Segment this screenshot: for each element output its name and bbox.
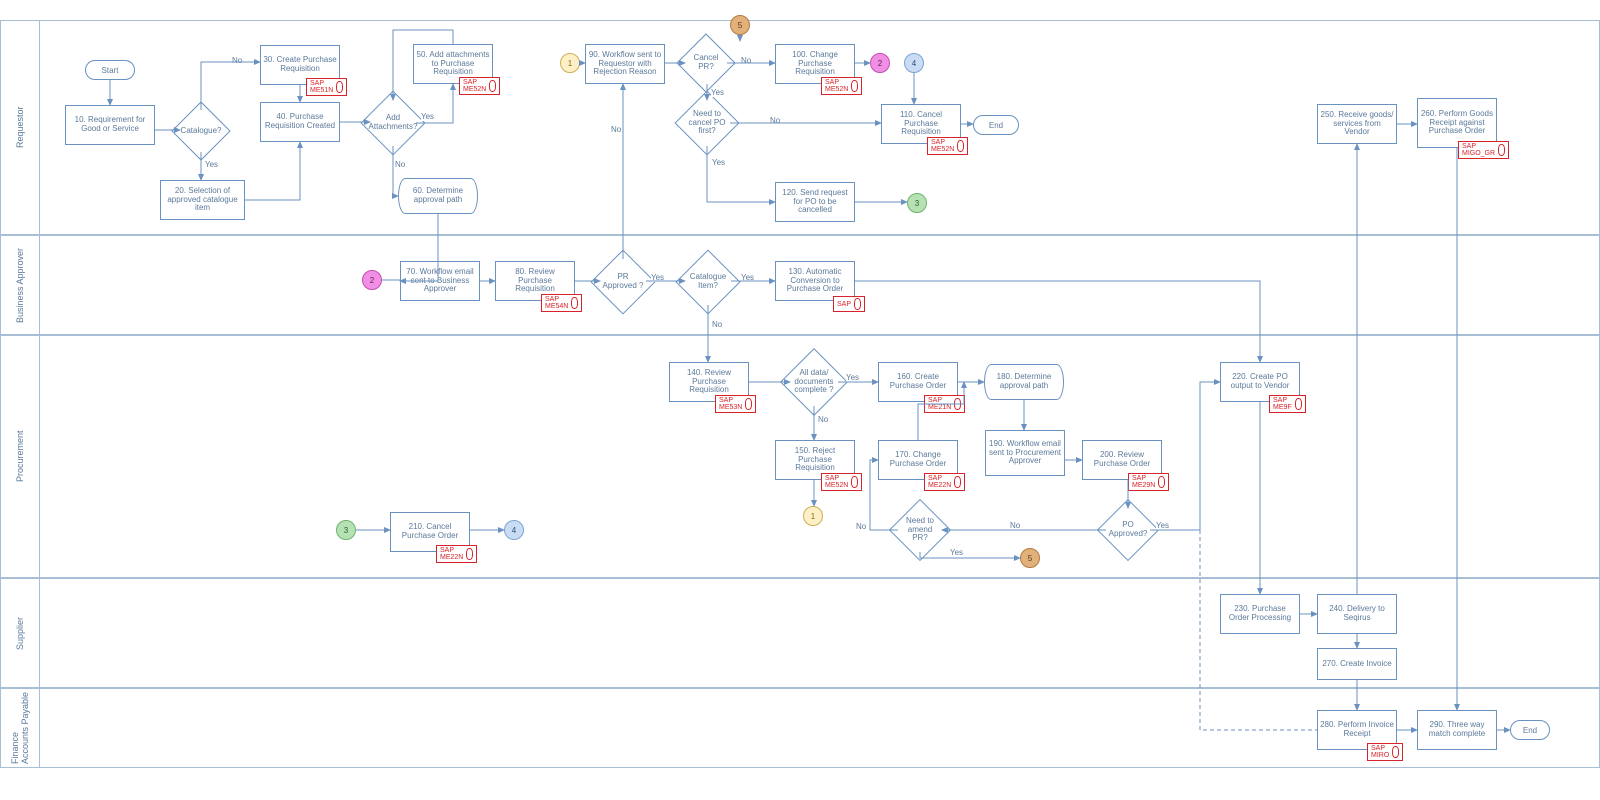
sap-me52n-110: SAP ME52N: [927, 137, 968, 155]
sap-130: SAP: [833, 296, 865, 312]
start-node: Start: [85, 60, 135, 80]
decision-attachments: Add Attachments?: [370, 100, 416, 146]
sap-me29n: SAP ME29N: [1128, 473, 1169, 491]
end-requestor: End: [973, 115, 1019, 135]
ref-2-top: 2: [870, 53, 890, 73]
sap-me52n-150: SAP ME52N: [821, 473, 862, 491]
lbl-yes: Yes: [1156, 521, 1169, 530]
box-60: 60. Determine approval path: [398, 178, 478, 214]
lbl-no: No: [611, 125, 621, 134]
lbl-yes: Yes: [651, 273, 664, 282]
sap-me54n: SAP ME54N: [541, 294, 582, 312]
sap-migo: SAP MIGO_GR: [1458, 141, 1509, 159]
lbl-yes: Yes: [711, 88, 724, 97]
lbl-yes: Yes: [741, 273, 754, 282]
decision-po-approved: PO Approved?: [1106, 508, 1150, 552]
lane-finance: Finance Accounts Payable: [0, 688, 40, 768]
decision-pr-approved: PR Approved ?: [600, 259, 646, 305]
lane-supplier: Supplier: [0, 578, 40, 688]
box-290: 290. Three way match complete: [1417, 710, 1497, 750]
ref-1-proc: 1: [803, 506, 823, 526]
ref-4-top: 4: [904, 53, 924, 73]
ref-1-top: 1: [560, 53, 580, 73]
box-250: 250. Receive goods/ services from Vendor: [1317, 104, 1397, 144]
ref-3-proc: 3: [336, 520, 356, 540]
ref-2-ba: 2: [362, 270, 382, 290]
box-20: 20. Selection of approved catalogue item: [160, 180, 245, 220]
box-240: 240. Delivery to Seqirus: [1317, 594, 1397, 634]
lane-requestor: Requestor: [0, 20, 40, 235]
ref-3-top: 3: [907, 193, 927, 213]
box-70: 70. Workflow email sent to Business Appr…: [400, 261, 480, 301]
lane-procurement: Procurement: [0, 335, 40, 578]
box-130: 130. Automatic Conversion to Purchase Or…: [775, 261, 855, 301]
decision-docs-complete: All data/ documents complete ?: [790, 358, 838, 406]
lbl-no: No: [232, 56, 242, 65]
box-90: 90. Workflow sent to Requestor with Reje…: [585, 44, 665, 84]
decision-catalogue-item: Catalogue Item?: [685, 259, 731, 305]
sap-me21n: SAP ME21N: [924, 395, 965, 413]
lbl-no: No: [856, 522, 866, 531]
sap-me53n: SAP ME53N: [715, 395, 756, 413]
lbl-no: No: [395, 160, 405, 169]
sap-me51n: SAP ME51N: [306, 78, 347, 96]
sap-me52n-100: SAP ME52N: [821, 77, 862, 95]
lbl-yes: Yes: [950, 548, 963, 557]
lbl-no: No: [712, 320, 722, 329]
ref-4-proc: 4: [504, 520, 524, 540]
sap-me52n-50: SAP ME52N: [459, 77, 500, 95]
sap-me9f: SAP ME9F: [1269, 395, 1306, 413]
box-10: 10. Requirement for Good or Service: [65, 105, 155, 145]
box-40: 40. Purchase Requisition Created: [260, 102, 340, 142]
ref-5-top: 5: [730, 15, 750, 35]
box-190: 190. Workflow email sent to Procurement …: [985, 430, 1065, 476]
sap-me22n-170: SAP ME22N: [924, 473, 965, 491]
box-230: 230. Purchase Order Processing: [1220, 594, 1300, 634]
lbl-yes: Yes: [205, 160, 218, 169]
box-120: 120. Send request for PO to be cancelled: [775, 182, 855, 222]
sap-miro: SAP MIRO: [1367, 743, 1403, 761]
lbl-yes: Yes: [421, 112, 434, 121]
flowchart-canvas: Requestor Business Approver Procurement …: [0, 0, 1600, 800]
box-270: 270. Create Invoice: [1317, 648, 1397, 680]
end-finance: End: [1510, 720, 1550, 740]
decision-cancel-po: Need to cancel PO first?: [684, 100, 730, 146]
decision-cancel-pr: Cancel PR?: [685, 42, 727, 84]
lbl-no: No: [770, 116, 780, 125]
box-180: 180. Determine approval path: [984, 364, 1064, 400]
ref-5-proc: 5: [1020, 548, 1040, 568]
lbl-no: No: [1010, 521, 1020, 530]
lbl-no: No: [818, 415, 828, 424]
lane-business-approver: Business Approver: [0, 235, 40, 335]
lbl-yes: Yes: [846, 373, 859, 382]
decision-amend-pr: Need to amend PR?: [898, 508, 942, 552]
lbl-no: No: [741, 56, 751, 65]
lbl-yes: Yes: [712, 158, 725, 167]
decision-catalogue: Catalogue?: [180, 110, 222, 152]
sap-me22n-210: SAP ME22N: [436, 545, 477, 563]
